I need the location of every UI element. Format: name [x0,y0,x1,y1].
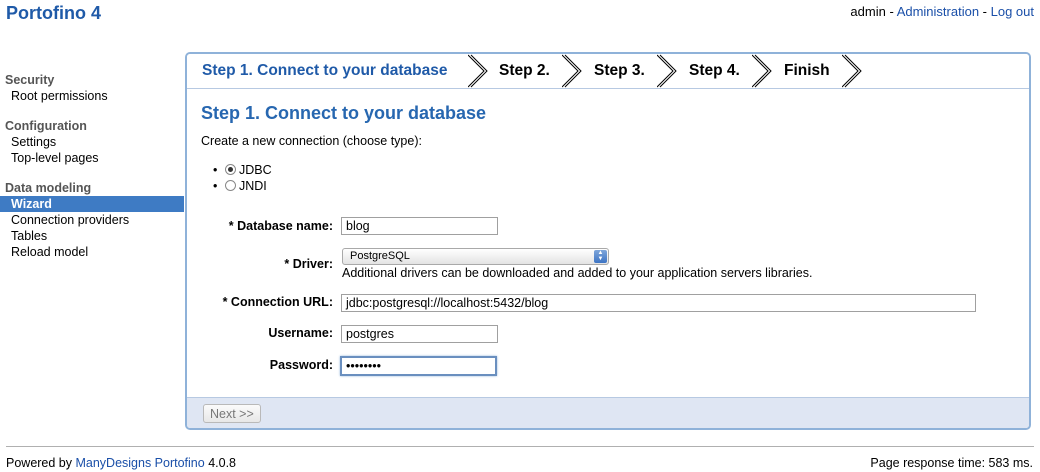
logout-link[interactable]: Log out [991,4,1034,19]
footer-divider [6,446,1034,447]
step-4: Step 4. [689,62,740,79]
sidebar-item-settings[interactable]: Settings [0,134,184,150]
wizard-panel: Step 1. Connect to your database Step 2.… [185,52,1031,430]
version-text: 4.0.8 [204,456,236,470]
step-heading: Step 1. Connect to your database [201,103,487,123]
driver-help-text: Additional drivers can be downloaded and… [342,266,813,280]
next-button[interactable]: Next >> [203,404,261,423]
chevron-right-icon [562,54,582,88]
step-2: Step 2. [499,62,550,79]
separator: - [979,4,991,19]
chevron-right-icon [657,54,677,88]
user-nav: admin - Administration - Log out [850,4,1034,19]
intro-text: Create a new connection (choose type): [201,134,422,148]
radio-button-jdbc[interactable] [225,164,236,175]
sidebar-heading: Security [5,73,55,87]
sidebar-item-connection-providers[interactable]: Connection providers [0,212,184,228]
sidebar-item-root-permissions[interactable]: Root permissions [0,88,184,104]
radio-label-jdbc[interactable]: JDBC [239,163,272,177]
chevron-right-icon [752,54,772,88]
username-label: Username: [268,326,333,340]
step-3: Step 3. [594,62,645,79]
password-label: Password: [269,358,333,372]
powered-by: Powered by ManyDesigns Portofino 4.0.8 [6,456,236,470]
sidebar-section-data-modeling: Data modeling Wizard Connection provider… [0,180,184,260]
radio-label-jndi[interactable]: JNDI [239,179,267,193]
step-finish: Finish [784,62,830,79]
connection-url-label: * Connection URL: [222,295,333,309]
response-time: Page response time: 583 ms. [870,456,1033,470]
sidebar: Security Root permissions Configuration … [0,72,184,274]
driver-select[interactable]: PostgreSQL ▲ ▼ [342,248,609,265]
select-arrows-icon: ▲ ▼ [594,250,607,263]
connection-url-input[interactable]: jdbc:postgresql://localhost:5432/blog [341,294,976,312]
sidebar-section-security: Security Root permissions [0,72,184,104]
manydesigns-link[interactable]: ManyDesigns Portofino [75,456,204,470]
step-1: Step 1. Connect to your database [202,62,448,79]
separator: - [885,4,897,19]
connection-type-list: JDBC JNDI [201,162,1015,194]
app-title[interactable]: Portofino 4 [6,3,101,24]
username-label: admin [850,4,886,19]
database-name-label: * Database name: [228,219,333,233]
radio-button-jndi[interactable] [225,180,236,191]
radio-option-jdbc[interactable]: JDBC [213,162,1015,178]
password-input[interactable]: •••••••• [340,356,497,376]
database-name-input[interactable]: blog [341,217,498,235]
sidebar-heading: Configuration [5,119,87,133]
radio-option-jndi[interactable]: JNDI [213,178,1015,194]
chevron-right-icon [842,54,862,88]
administration-link[interactable]: Administration [897,4,979,19]
driver-select-value: PostgreSQL [350,250,410,262]
chevron-right-icon [468,54,488,88]
wizard-steps: Step 1. Connect to your database Step 2.… [187,54,1029,89]
sidebar-item-wizard[interactable]: Wizard [0,196,184,212]
wizard-content: Step 1. Connect to your database Create … [187,103,1029,194]
sidebar-item-top-level-pages[interactable]: Top-level pages [0,150,184,166]
wizard-footer: Next >> [187,397,1029,428]
sidebar-item-reload-model[interactable]: Reload model [0,244,184,260]
sidebar-section-configuration: Configuration Settings Top-level pages [0,118,184,166]
powered-prefix: Powered by [6,456,76,470]
sidebar-item-tables[interactable]: Tables [0,228,184,244]
driver-label: * Driver: [284,257,333,271]
username-input[interactable]: postgres [341,325,498,343]
sidebar-heading: Data modeling [5,181,92,195]
